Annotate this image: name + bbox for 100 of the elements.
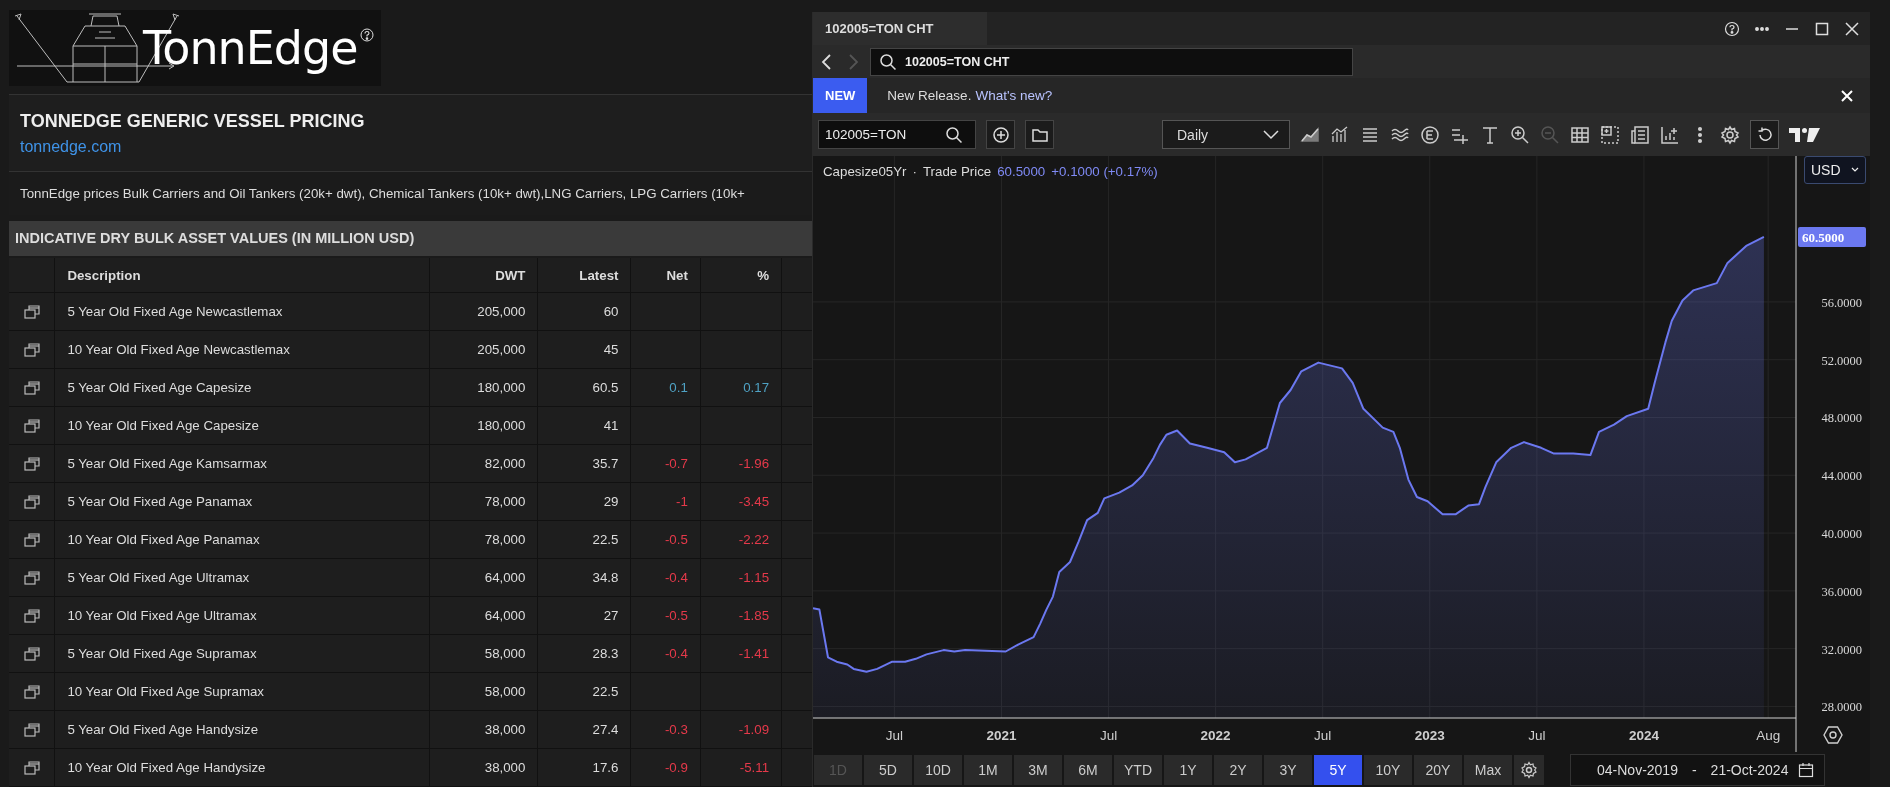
table-cell: 180,000 (429, 407, 539, 444)
table-cell: -1.15 (700, 559, 783, 596)
search-icon (879, 52, 897, 71)
axis-label: 2021 (986, 728, 1017, 743)
field-name: Trade Price (922, 164, 992, 179)
table-cell: -0.4 (631, 635, 701, 672)
popout-icon[interactable] (23, 304, 40, 319)
window-tab[interactable]: 102005=TON CHT (813, 12, 987, 45)
axis-label: 36.0000 (1821, 584, 1862, 599)
table-cell: 29 (538, 483, 632, 520)
range-button[interactable]: 5D (864, 754, 912, 785)
table-cell: 58,000 (429, 673, 539, 710)
currency-dropdown[interactable]: USD (1804, 156, 1866, 184)
table-cell: 27.4 (538, 711, 632, 748)
range-button[interactable]: 20Y (1414, 754, 1462, 785)
table-cell: -1 (631, 483, 701, 520)
interval-dropdown[interactable]: Daily (1162, 120, 1290, 149)
reset-button[interactable] (1750, 120, 1779, 149)
table-cell: 22.5 (538, 673, 632, 710)
axis-label: Jul (885, 728, 903, 743)
table-cell: 0.1 (631, 369, 701, 406)
axis-label: 56.0000 (1821, 295, 1862, 310)
newspaper-icon[interactable] (1630, 124, 1650, 145)
ticker-field[interactable]: 102005=TON (818, 120, 976, 149)
circle-lines-icon[interactable] (1420, 124, 1440, 145)
table-cell: 58,000 (429, 635, 539, 672)
range-button[interactable]: 1Y (1164, 754, 1212, 785)
popout-icon[interactable] (23, 532, 40, 547)
whats-new-link[interactable]: What's new? (975, 88, 1053, 103)
popout-icon[interactable] (23, 684, 40, 699)
range-button[interactable]: 10D (914, 754, 962, 785)
axis-label: 2024 (1628, 728, 1659, 743)
table-cell: 64,000 (429, 559, 539, 596)
table-cell: 17.6 (538, 749, 632, 786)
area-chart-icon[interactable] (1300, 124, 1320, 145)
range-button[interactable]: 3Y (1264, 754, 1312, 785)
table-cell: 10 Year Old Fixed Age Panamax (55, 521, 430, 558)
price-value: 60.5000 (997, 164, 1046, 179)
settings-icon[interactable] (1823, 726, 1843, 744)
axis-label: Aug (1756, 728, 1781, 743)
date-range-field[interactable]: 04-Nov-2019 - 21-Oct-2024 (1570, 753, 1826, 786)
chart-plus-icon[interactable] (1660, 124, 1680, 145)
popout-icon[interactable] (23, 722, 40, 737)
range-button[interactable]: Max (1464, 754, 1512, 785)
axis-label: 32.0000 (1821, 642, 1862, 657)
table-cell: -1.96 (700, 445, 783, 482)
table-cell: 82,000 (429, 445, 539, 482)
table-cell: -0.7 (631, 445, 701, 482)
date-separator: - (1691, 761, 1697, 778)
table-cell: 27 (538, 597, 632, 634)
popout-icon[interactable] (23, 456, 40, 471)
table-cell: 22.5 (538, 521, 632, 558)
range-button[interactable]: 2Y (1214, 754, 1262, 785)
popout-icon[interactable] (23, 646, 40, 661)
popout-icon[interactable] (23, 760, 40, 775)
axis-label: 2022 (1200, 728, 1231, 743)
frame-plus-icon[interactable] (1600, 124, 1620, 145)
range-button[interactable]: 10Y (1364, 754, 1412, 785)
site-link[interactable]: tonnedge.com (20, 138, 812, 156)
zoom-in-icon[interactable] (1510, 124, 1530, 145)
series-name: Capesize05Yr (823, 164, 907, 179)
range-button[interactable]: 5Y (1314, 754, 1362, 785)
table-cell: 5 Year Old Fixed Age Panamax (55, 483, 430, 520)
maximize-icon[interactable] (1814, 20, 1830, 37)
column-header: Net (631, 258, 701, 292)
popout-icon[interactable] (23, 418, 40, 433)
range-button[interactable]: 1M (964, 754, 1012, 785)
settings-icon[interactable] (1720, 124, 1740, 145)
axis-label: 28.0000 (1821, 700, 1862, 715)
table-cell: 60 (538, 293, 632, 330)
logo-icon[interactable] (1789, 126, 1821, 143)
bar-chart-icon[interactable] (1330, 124, 1350, 145)
price-tag: 60.5000 (1798, 226, 1866, 247)
text-tool-icon[interactable] (1480, 124, 1500, 145)
table-cell: -0.3 (631, 711, 701, 748)
range-button[interactable]: 3M (1014, 754, 1062, 785)
table-icon[interactable] (1570, 124, 1590, 145)
search-field[interactable]: 102005=TON CHT (870, 47, 1353, 76)
column-header: Description (55, 258, 430, 292)
popout-icon[interactable] (23, 570, 40, 585)
range-button[interactable]: YTD (1114, 754, 1162, 785)
range-button[interactable]: 6M (1064, 754, 1112, 785)
help-icon[interactable] (1724, 20, 1740, 37)
column-header: Latest (538, 258, 632, 292)
folder-button[interactable] (1025, 120, 1054, 149)
add-button[interactable] (986, 120, 1015, 149)
table-cell: 41 (538, 407, 632, 444)
help-icon (359, 28, 374, 42)
column-header: % (700, 258, 783, 292)
settings-button[interactable] (1514, 754, 1544, 785)
table-cell: 5 Year Old Fixed Age Handysize (55, 711, 430, 748)
close-icon[interactable] (1844, 20, 1860, 37)
table-cell: 78,000 (429, 521, 539, 558)
axis-label: 2023 (1414, 728, 1445, 743)
description-text: TonnEdge prices Bulk Carriers and Oil Tankers (20k+ dwt), Chemical Tankers (10k+ dwt),LNG Carriers, LPG Carriers (10k+ (20, 185, 745, 201)
popout-icon[interactable] (23, 380, 40, 395)
popout-icon[interactable] (23, 494, 40, 509)
popout-icon[interactable] (23, 608, 40, 623)
popout-icon[interactable] (23, 342, 40, 357)
date-text: 21-Oct-2024 (1710, 761, 1789, 778)
